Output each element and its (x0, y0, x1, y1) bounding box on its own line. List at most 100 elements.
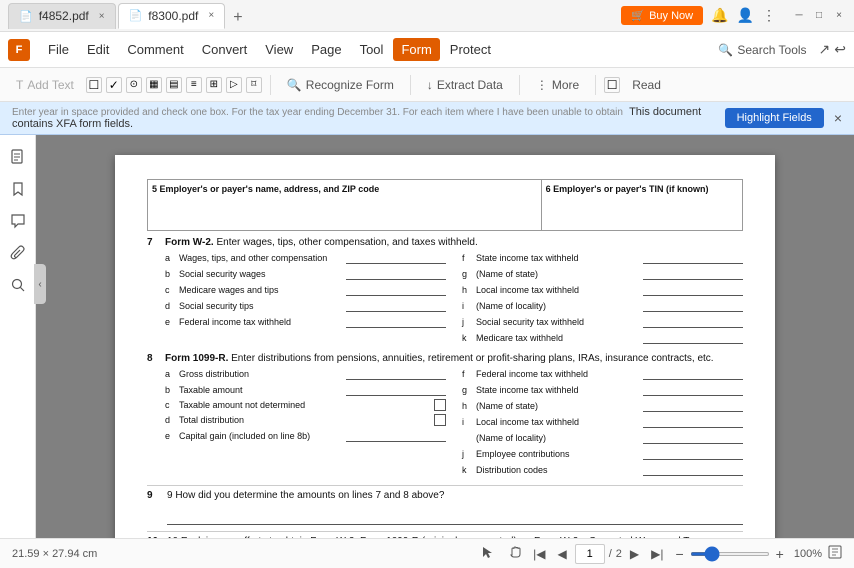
sidebar-pages-icon[interactable] (4, 143, 32, 171)
menu-page[interactable]: Page (303, 38, 349, 61)
field-tool-9[interactable]: ⌑ (246, 77, 262, 93)
restore-button[interactable]: □ (812, 9, 826, 23)
w2-h-letter: h (462, 285, 472, 295)
w2-j: j Social security tax withheld (462, 315, 743, 328)
field-tool-3[interactable]: ⊙ (126, 77, 142, 93)
main-area: ‹ 5 Employer's or payer's name, address,… (0, 135, 854, 538)
fit-page-button[interactable] (828, 545, 842, 562)
minimize-button[interactable]: ─ (792, 9, 806, 23)
row-7-fields: a Wages, tips, and other compensation b … (147, 251, 743, 347)
menu-file[interactable]: File (40, 38, 77, 61)
menu-comment[interactable]: Comment (119, 38, 191, 61)
field-5: 5 Employer's or payer's name, address, a… (148, 180, 542, 230)
field-tool-4[interactable]: ▦ (146, 77, 162, 93)
w2-g: g (Name of state) (462, 267, 743, 280)
add-tab-button[interactable]: + (227, 7, 248, 29)
tab-close-1[interactable]: × (99, 11, 105, 22)
sidebar-comments-icon[interactable] (4, 207, 32, 235)
hand-tool-button[interactable] (503, 543, 525, 564)
menu-tool[interactable]: Tool (352, 38, 392, 61)
read-checkbox[interactable]: ☐ (604, 77, 620, 93)
pdf-page-wrapper[interactable]: 5 Employer's or payer's name, address, a… (36, 135, 854, 538)
r1099-i: i Local income tax withheld (462, 415, 743, 428)
menu-convert[interactable]: Convert (194, 38, 256, 61)
close-button[interactable]: × (832, 9, 846, 23)
row-7-num: 7 (147, 237, 161, 248)
w2-j-label: Social security tax withheld (476, 317, 639, 327)
last-page-button[interactable]: ▶| (647, 545, 667, 563)
notification-text: Enter year in space provided and check o… (12, 106, 715, 130)
row-8-label: Form 1099-R. Enter distributions from pe… (165, 353, 714, 364)
menu-form[interactable]: Form (393, 38, 439, 61)
w2-left: a Wages, tips, and other compensation b … (165, 251, 446, 347)
tab-close-2[interactable]: × (208, 10, 214, 21)
w2-a: a Wages, tips, and other compensation (165, 251, 446, 264)
field-tool-5[interactable]: ▤ (166, 77, 182, 93)
r1099-h: h (Name of state) (462, 399, 743, 412)
pdf-icon-2: 📄 (129, 9, 143, 22)
row-8-fields: a Gross distribution b Taxable amount c (147, 367, 743, 479)
zoom-slider[interactable] (690, 552, 770, 556)
add-text-button[interactable]: T Add Text (8, 75, 82, 95)
menu-protect[interactable]: Protect (442, 38, 499, 61)
w2-d-letter: d (165, 301, 175, 311)
r1099-j-label: Employee contributions (476, 449, 639, 459)
more-icon: ⋮ (536, 78, 548, 92)
w2-j-input (643, 315, 743, 328)
field-tool-6[interactable]: ≡ (186, 77, 202, 93)
read-label: Read (632, 78, 661, 92)
add-text-icon: T (16, 78, 23, 92)
undo-icon[interactable]: ↩ (834, 41, 846, 58)
zoom-in-button[interactable]: + (776, 546, 784, 562)
bottom-right: − + 100% (675, 545, 842, 562)
cursor-tool-button[interactable] (477, 543, 499, 564)
r1099-e-letter: e (165, 431, 175, 441)
bottom-center: |◀ ◀ / 2 ▶ ▶| (477, 543, 667, 564)
notification-icon: 🔔 (711, 7, 728, 24)
sidebar-attachments-icon[interactable] (4, 239, 32, 267)
more-button[interactable]: ⋮ More (528, 75, 587, 95)
field-tool-7[interactable]: ⊞ (206, 77, 222, 93)
sidebar-bookmarks-icon[interactable] (4, 175, 32, 203)
r1099-left: a Gross distribution b Taxable amount c (165, 367, 446, 479)
tab-f4852[interactable]: 📄 f4852.pdf × (8, 3, 116, 29)
menu-edit[interactable]: Edit (79, 38, 117, 61)
field-tool-8[interactable]: ▷ (226, 77, 242, 93)
row-7-label: Form W-2. Enter wages, tips, other compe… (165, 237, 478, 248)
notification-close-button[interactable]: × (834, 110, 842, 126)
w2-e: e Federal income tax withheld (165, 315, 446, 328)
field-tool-1[interactable]: ☐ (86, 77, 102, 93)
search-tools-area: 🔍 Search Tools ↗ ↩ (718, 41, 846, 58)
w2-g-letter: g (462, 269, 472, 279)
r1099-loc-input (643, 431, 743, 444)
field-tool-2[interactable]: ✓ (106, 77, 122, 93)
row-8: 8 Form 1099-R. Enter distributions from … (147, 353, 743, 479)
tab-f8300[interactable]: 📄 f8300.pdf × (118, 3, 226, 29)
w2-j-letter: j (462, 317, 472, 327)
r1099-right: f Federal income tax withheld g State in… (462, 367, 743, 479)
sidebar-search-icon[interactable] (4, 271, 32, 299)
read-button[interactable]: Read (624, 75, 669, 95)
w2-k-label: Medicare tax withheld (476, 333, 639, 343)
window-controls: ─ □ × (792, 9, 846, 23)
r1099-f-label: Federal income tax withheld (476, 369, 639, 379)
highlight-fields-button[interactable]: Highlight Fields (725, 108, 824, 128)
search-tools-label[interactable]: Search Tools (737, 43, 806, 57)
recognize-form-button[interactable]: 🔍 Recognize Form (279, 75, 402, 95)
sidebar-collapse-handle[interactable]: ‹ (34, 264, 46, 304)
tab-label-2: f8300.pdf (148, 9, 198, 23)
w2-b-label: Social security wages (179, 269, 342, 279)
zoom-out-button[interactable]: − (675, 546, 683, 562)
prev-page-button[interactable]: ◀ (553, 545, 570, 563)
toolbar-sep-2 (410, 75, 411, 95)
w2-e-input (346, 315, 446, 328)
menu-view[interactable]: View (257, 38, 301, 61)
page-size-text: 21.59 × 27.94 cm (12, 548, 97, 560)
extract-data-button[interactable]: ↓ Extract Data (419, 75, 511, 95)
buy-now-button[interactable]: 🛒 Buy Now (621, 6, 703, 25)
page-input[interactable] (575, 544, 605, 564)
w2-c-input (346, 283, 446, 296)
next-page-button[interactable]: ▶ (626, 545, 643, 563)
first-page-button[interactable]: |◀ (529, 545, 549, 563)
w2-f-input (643, 251, 743, 264)
